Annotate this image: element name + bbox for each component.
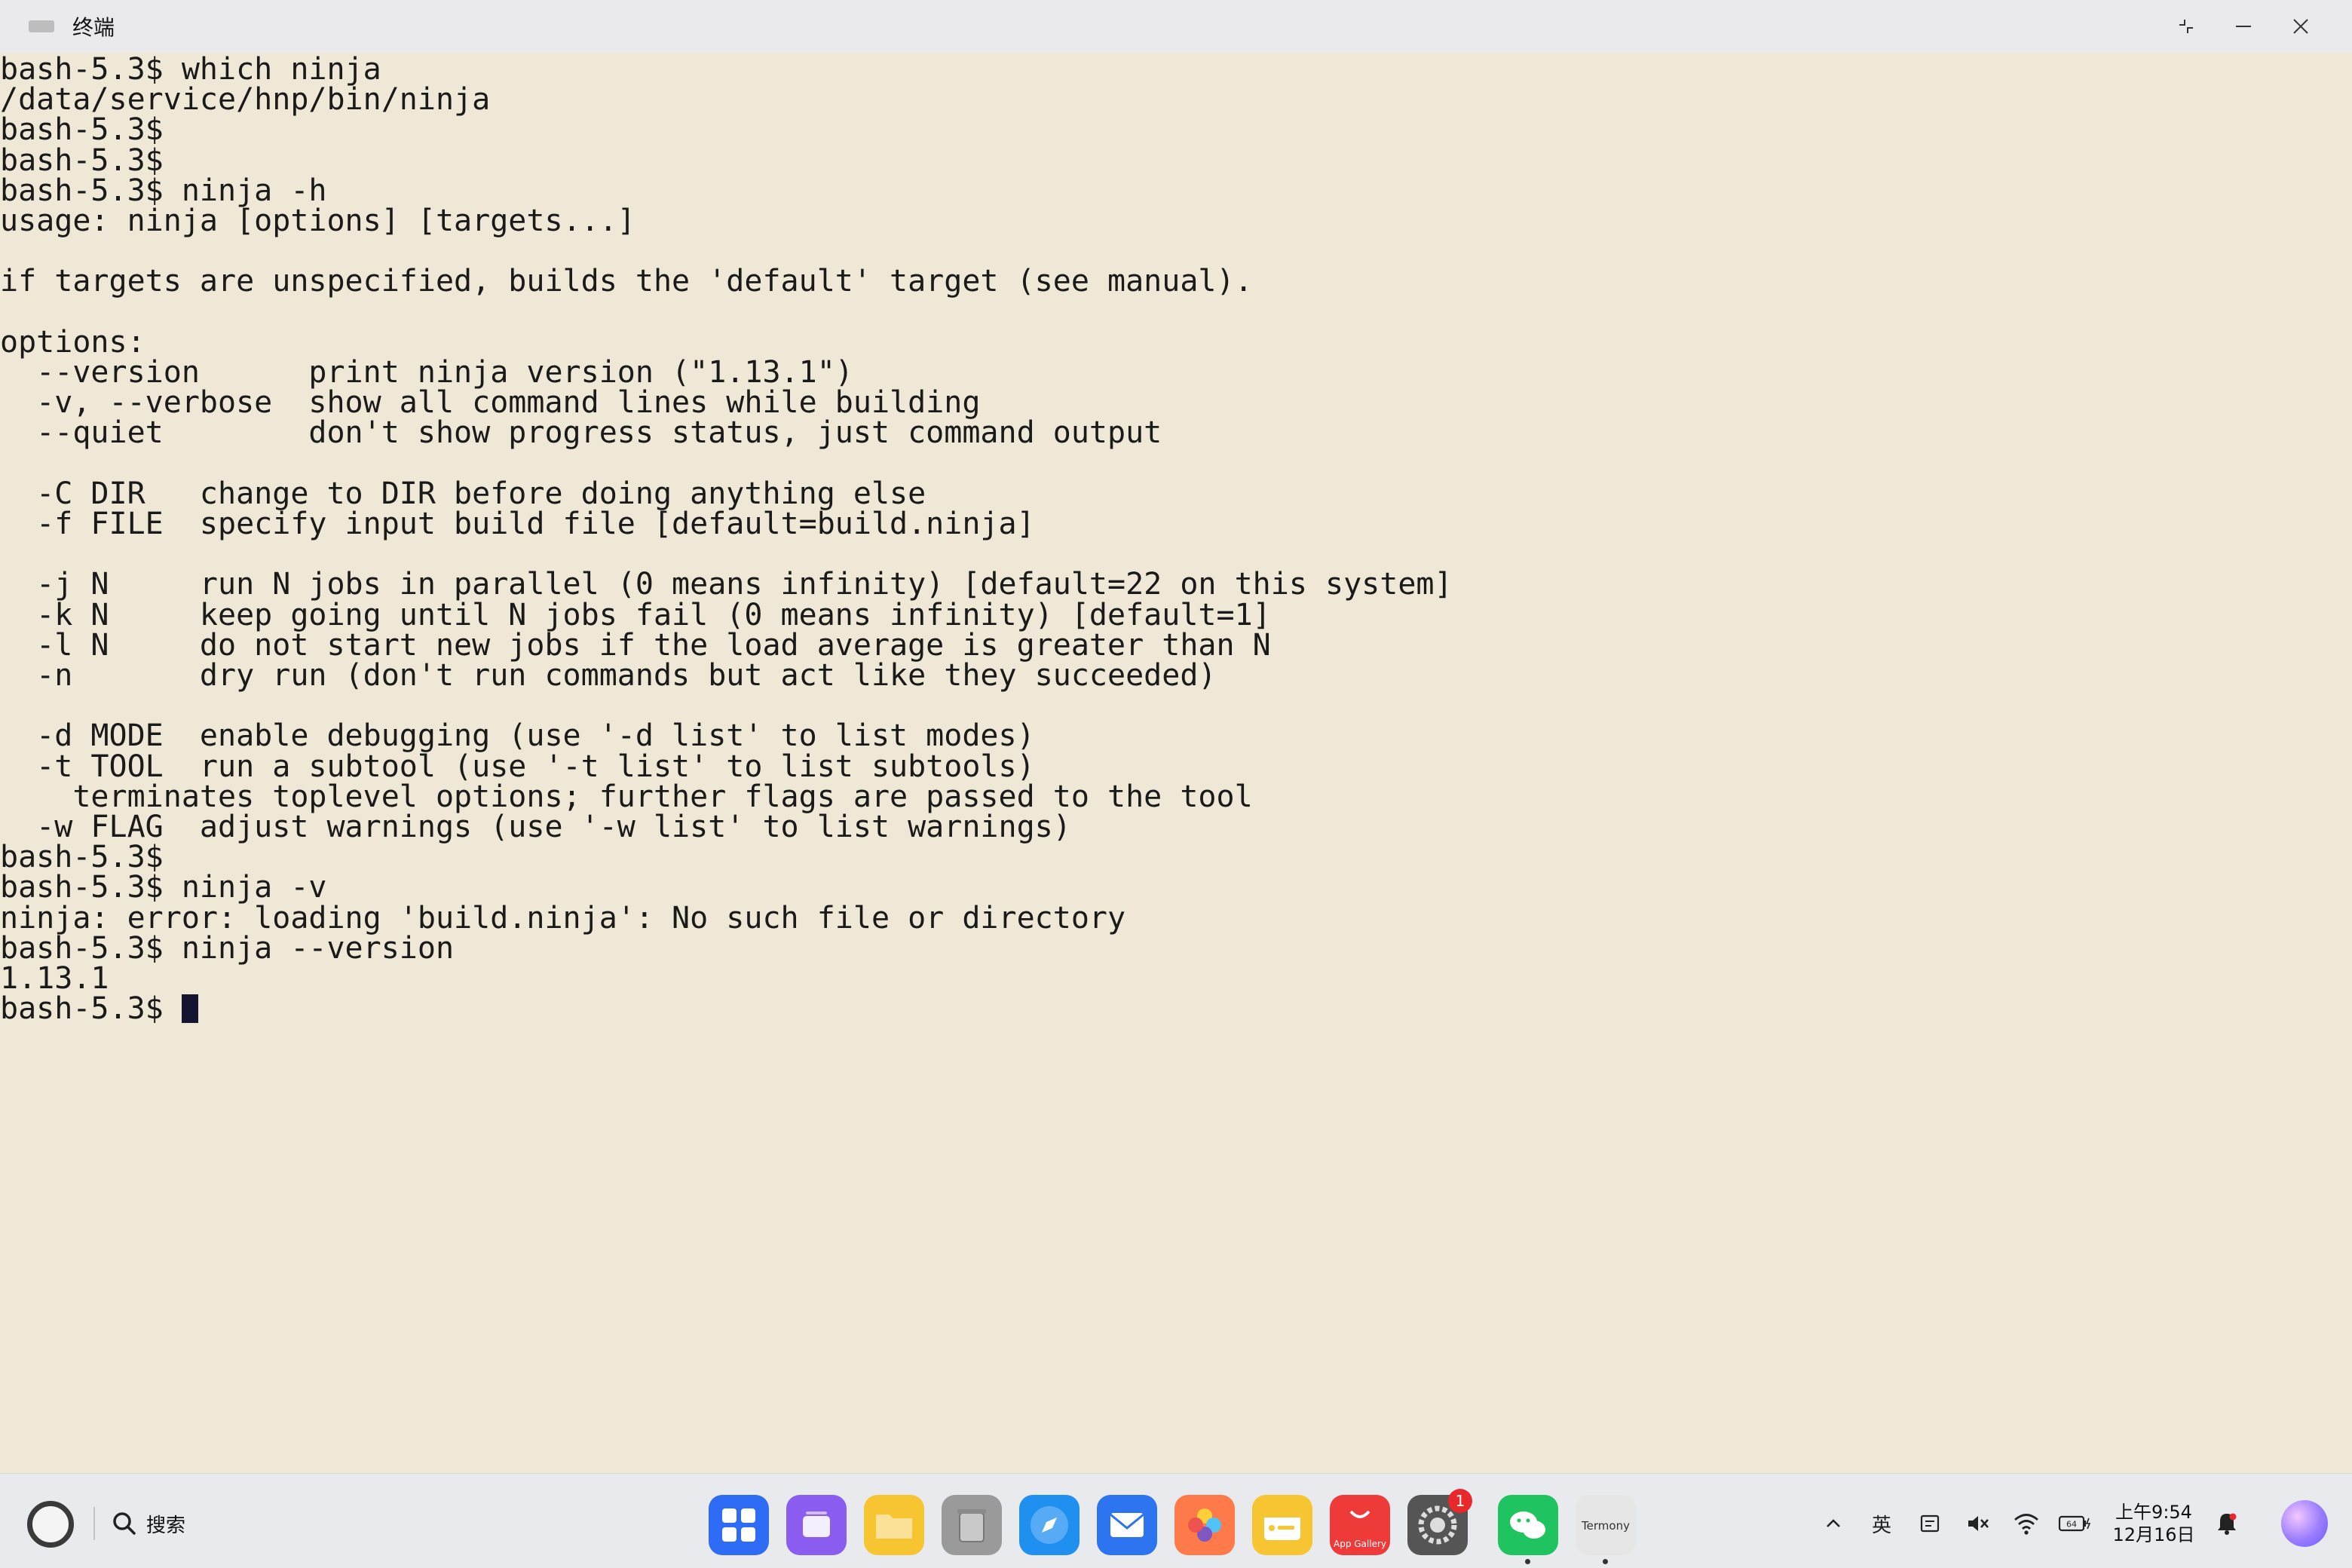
speaker-muted-icon (1968, 1516, 1989, 1531)
terminal-line: -j N run N jobs in parallel (0 means inf… (0, 567, 1453, 602)
mail-icon (1104, 1504, 1150, 1546)
clock[interactable]: 上午9:54 12月16日 (2105, 1501, 2203, 1546)
search-label: 搜索 (146, 1514, 186, 1537)
window-controls (2158, 0, 2329, 53)
notification-button[interactable] (2203, 1499, 2251, 1548)
termony-app-icon (29, 20, 54, 32)
minimize-icon (2236, 26, 2251, 27)
gallery-icon (1182, 1502, 1227, 1548)
minimize-button[interactable] (2215, 0, 2272, 53)
terminal-line: bash-5.3$ ninja -h (0, 173, 327, 208)
terminal-line: ninja: error: loading 'build.ninja': No … (0, 900, 1126, 936)
close-icon (2293, 19, 2308, 34)
terminal-line: -l N do not start new jobs if the load a… (0, 627, 1271, 663)
multitask-icon (795, 1504, 838, 1546)
notes-icon (1260, 1504, 1305, 1546)
dock-app-browser[interactable] (1019, 1495, 1080, 1555)
terminal-line: bash-5.3$ (0, 112, 164, 148)
dock-app-mail[interactable] (1097, 1495, 1157, 1555)
start-button[interactable] (27, 1501, 74, 1548)
dock-app-trash[interactable] (942, 1495, 1002, 1555)
volume-button[interactable] (1954, 1499, 2002, 1548)
dock-app-notes[interactable] (1252, 1495, 1312, 1555)
dock-app-label: Termony (1582, 1519, 1630, 1533)
dock-app-wechat[interactable] (1498, 1495, 1558, 1564)
terminal-line: -k N keep going until N jobs fail (0 mea… (0, 597, 1271, 632)
notification-badge: 1 (1448, 1489, 1472, 1513)
system-tray: 英 64 上午9:54 12月16日 (1809, 1493, 2328, 1554)
dock-app-app-launcher[interactable] (709, 1495, 769, 1555)
close-button[interactable] (2272, 0, 2329, 53)
terminal-line: bash-5.3$ (0, 840, 164, 875)
terminal-line: terminates toplevel options; further fla… (0, 779, 1253, 814)
taskbar: 搜索 App Gallery 1 Termony 英 64 上午9:54 12月… (0, 1473, 2352, 1568)
app-launcher-icon (718, 1504, 760, 1546)
app-dock: App Gallery 1 Termony (709, 1489, 1653, 1564)
chevron-up-icon (1827, 1519, 1840, 1527)
dock-app-gallery[interactable] (1174, 1495, 1235, 1555)
terminal-line: bash-5.3$ (0, 142, 164, 178)
restore-icon (2179, 20, 2193, 33)
dock-app-label: App Gallery (1334, 1539, 1386, 1549)
terminal-line: -C DIR change to DIR before doing anythi… (0, 476, 926, 511)
browser-icon (1027, 1502, 1072, 1548)
window-title: 终端 (72, 15, 115, 40)
clipboard-icon (1920, 1514, 1940, 1533)
terminal-line: 1.13.1 (0, 961, 109, 996)
restore-button[interactable] (2158, 0, 2215, 53)
search-icon (113, 1512, 136, 1535)
terminal-line: -t TOOL run a subtool (use '-t list' to … (0, 749, 1035, 784)
terminal-line: bash-5.3$ ninja -v (0, 870, 327, 905)
terminal-line: -v, --verbose show all command lines whi… (0, 385, 981, 421)
assistant-button[interactable] (2281, 1500, 2328, 1547)
clock-time: 上午9:54 (2115, 1502, 2192, 1523)
running-indicator (1603, 1559, 1608, 1564)
dock-app-app-gallery[interactable]: App Gallery (1330, 1495, 1390, 1555)
ime-label: 英 (1871, 1514, 1891, 1537)
dock-app-multitask[interactable] (786, 1495, 847, 1555)
running-indicator (1525, 1559, 1530, 1564)
ime-indicator[interactable]: 英 (1857, 1499, 1906, 1548)
terminal-line: -n dry run (don't run commands but act l… (0, 658, 1217, 693)
terminal-line: --quiet don't show progress status, just… (0, 415, 1162, 451)
dock-app-settings[interactable]: 1 (1407, 1489, 1472, 1555)
text-cursor (181, 994, 198, 1024)
taskbar-divider (93, 1507, 95, 1540)
terminal-line: if targets are unspecified, builds the '… (0, 264, 1253, 299)
wechat-icon (1505, 1504, 1551, 1546)
terminal-output[interactable]: bash-5.3$ which ninja/data/service/hnp/b… (0, 53, 2352, 1473)
terminal-line: --version print ninja version ("1.13.1") (0, 355, 853, 390)
terminal-line: usage: ninja [options] [targets...] (0, 204, 635, 238)
search-button[interactable]: 搜索 (112, 1501, 185, 1546)
clock-date: 12月16日 (2112, 1524, 2195, 1545)
terminal-line: -d MODE enable debugging (use '-d list' … (0, 718, 1035, 754)
terminal-line: bash-5.3$ (0, 994, 198, 1024)
trash-icon (955, 1504, 988, 1546)
terminal-line: -f FILE specify input build file [defaul… (0, 507, 1035, 541)
terminal-line: -w FLAG adjust warnings (use '-w list' t… (0, 810, 1071, 844)
battery-label: 64 (2066, 1520, 2077, 1530)
terminal-line: bash-5.3$ ninja --version (0, 930, 455, 966)
dock-app-termony[interactable]: Termony (1576, 1495, 1636, 1564)
dock-app-files[interactable] (864, 1495, 924, 1555)
terminal-line: /data/service/hnp/bin/ninja (0, 82, 491, 118)
wifi-button[interactable] (2002, 1499, 2050, 1548)
clipboard-button[interactable] (1906, 1499, 1954, 1548)
title-bar: 终端 (0, 0, 2352, 53)
battery-charging-icon: 64 (2058, 1515, 2091, 1532)
files-icon (871, 1504, 917, 1546)
battery-indicator[interactable]: 64 (2050, 1499, 2099, 1548)
tray-expand-button[interactable] (1809, 1499, 1857, 1548)
terminal-line: options: (0, 324, 145, 360)
bell-icon (2218, 1513, 2237, 1535)
wifi-icon (2014, 1514, 2038, 1535)
terminal-line: bash-5.3$ which ninja (0, 52, 381, 87)
